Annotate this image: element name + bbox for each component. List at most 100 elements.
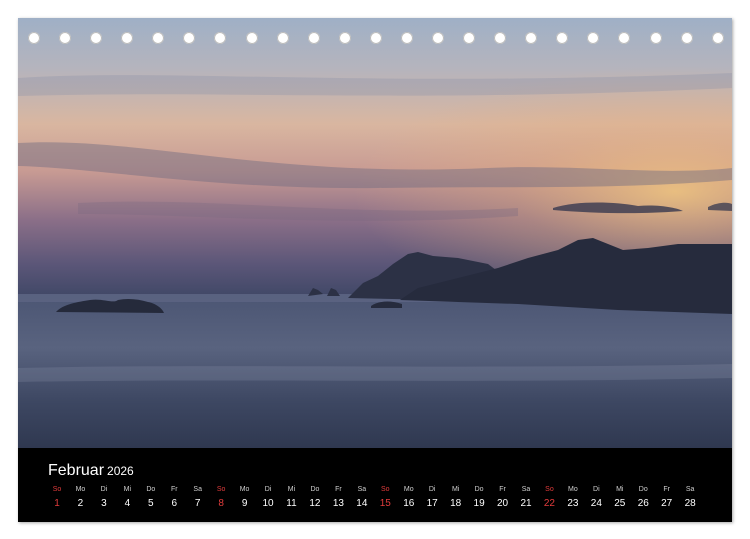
day-number: 16	[403, 498, 415, 509]
day-cell: Do 19	[467, 485, 491, 511]
weekday-label: Mo	[403, 486, 414, 493]
weekday-label: Di	[100, 486, 108, 493]
year-label: 2026	[107, 464, 134, 478]
binding-hole	[649, 32, 662, 44]
day-number: 24	[590, 498, 602, 509]
weekday-label: Mi	[616, 486, 624, 493]
day-number: 14	[356, 498, 368, 509]
day-cell: So 15	[373, 485, 397, 511]
day-number: 18	[450, 498, 462, 509]
binding-hole	[556, 32, 569, 44]
day-number: 10	[262, 498, 274, 509]
day-number: 6	[171, 498, 178, 509]
binding-hole	[680, 32, 693, 44]
binding-hole	[59, 32, 72, 44]
day-cell: Mo 2	[68, 485, 92, 511]
weekday-label: Fr	[335, 486, 342, 493]
day-number: 27	[661, 498, 673, 509]
day-number: 19	[473, 498, 485, 509]
day-cell: Sa 14	[350, 485, 374, 511]
day-cell: Di 24	[584, 485, 608, 511]
day-number: 15	[379, 498, 391, 509]
day-number: 25	[614, 498, 626, 509]
weekday-label: Fr	[663, 486, 670, 493]
weekday-label: Di	[264, 486, 272, 493]
day-cell: Do 26	[631, 485, 655, 511]
weekday-label: Di	[593, 486, 600, 493]
coastal-sunset-photo	[18, 18, 732, 448]
day-number: 9	[241, 498, 248, 509]
spiral-binding	[28, 32, 724, 46]
weekday-label: Sa	[357, 486, 367, 493]
day-number: 3	[101, 498, 107, 509]
weekday-label: Mi	[123, 486, 132, 493]
day-number: 23	[567, 498, 579, 509]
day-cell: Mi 4	[115, 485, 139, 511]
day-cell: So 22	[537, 485, 561, 511]
weekday-label: Mo	[239, 486, 250, 493]
binding-hole	[276, 32, 289, 44]
weekday-label: Sa	[685, 486, 695, 493]
day-number: 1	[54, 498, 60, 509]
binding-hole	[711, 32, 724, 44]
day-cell: Mo 9	[233, 485, 257, 511]
weekday-label: So	[216, 486, 226, 493]
day-number: 13	[332, 498, 344, 509]
day-cell: Di 17	[420, 485, 444, 511]
month-title: Februar 2026	[48, 462, 134, 480]
photo-artwork	[18, 18, 732, 448]
day-cell: Do 5	[139, 485, 163, 511]
weekday-label: Mi	[287, 486, 296, 493]
day-cell: Di 10	[256, 485, 280, 511]
calendar-bar: Februar 2026 So 1 Mo 2 Di 3 Mi 4 Do 5 Fr 6 Sa 7 So 8 Mo 9 D…	[18, 448, 732, 522]
weekday-label: Do	[310, 486, 320, 493]
weekday-label: So	[381, 486, 390, 493]
weekday-label: Sa	[193, 486, 202, 493]
day-cell: Di 3	[92, 485, 116, 511]
day-cell: Mo 16	[397, 485, 421, 511]
day-cell: So 1	[45, 485, 69, 511]
day-number: 28	[684, 498, 696, 509]
binding-hole	[432, 32, 445, 44]
weekday-label: So	[545, 486, 554, 493]
binding-hole	[525, 32, 538, 44]
month-name: Februar	[48, 462, 105, 479]
day-cell: Do 12	[303, 485, 327, 511]
day-cell: Mi 18	[444, 485, 468, 511]
day-cell: Sa 21	[514, 485, 538, 511]
day-number: 5	[148, 498, 154, 509]
weekday-label: So	[52, 486, 62, 493]
day-cell: Fr 6	[162, 485, 186, 511]
day-cell: Mi 25	[608, 485, 632, 511]
day-number: 8	[218, 498, 224, 509]
weekday-label: Mi	[451, 486, 460, 493]
calendar-page: Februar 2026 So 1 Mo 2 Di 3 Mi 4 Do 5 Fr 6 Sa 7 So 8 Mo 9 D…	[18, 18, 732, 522]
day-grid: So 1 Mo 2 Di 3 Mi 4 Do 5 Fr 6 Sa 7 So 8 Mo 9 Di 10 Mi 11 Do 12 F…	[45, 485, 717, 515]
binding-hole	[183, 32, 196, 44]
day-number: 21	[520, 498, 532, 509]
weekday-label: Do	[146, 486, 156, 493]
day-cell: Mi 11	[280, 485, 304, 511]
day-number: 12	[309, 498, 321, 509]
binding-hole	[463, 32, 476, 44]
binding-hole	[28, 32, 40, 44]
binding-hole	[307, 32, 320, 44]
weekday-label: Fr	[499, 486, 506, 493]
day-number: 20	[496, 498, 509, 509]
weekday-label: Sa	[521, 486, 531, 493]
day-number: 11	[286, 498, 297, 509]
day-cell: Fr 13	[326, 485, 350, 511]
weekday-label: Mo	[568, 486, 578, 493]
binding-hole	[400, 32, 413, 44]
weekday-label: Di	[428, 486, 436, 493]
binding-hole	[338, 32, 351, 44]
binding-hole	[90, 32, 103, 44]
weekday-label: Fr	[170, 486, 178, 493]
day-cell: Fr 27	[655, 485, 679, 511]
weekday-label: Do	[638, 486, 648, 493]
day-number: 17	[426, 498, 438, 509]
binding-hole	[618, 32, 631, 44]
day-cell: Sa 28	[678, 485, 702, 511]
binding-hole	[494, 32, 507, 44]
binding-hole	[245, 32, 258, 44]
